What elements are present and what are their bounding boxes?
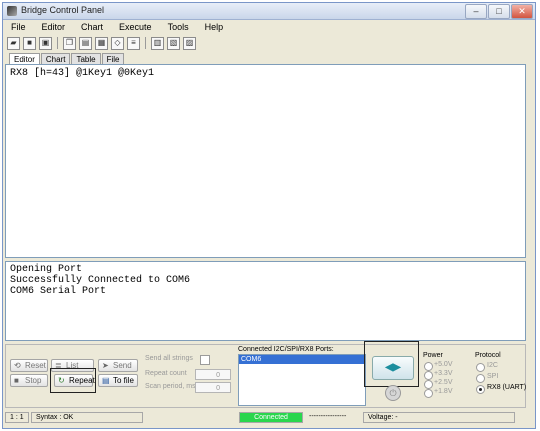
protocol-option-spi: SPI [487, 373, 499, 380]
toolbar-separator [57, 37, 58, 49]
chart-icon[interactable]: ▥ [151, 36, 164, 50]
editor-text: RX8 [h=43] @1Key1 @0Key1 [10, 68, 155, 79]
stop-label: Stop [25, 376, 42, 385]
send-all-strings-checkbox[interactable] [200, 355, 210, 365]
output-line: COM6 Serial Port [10, 286, 107, 297]
send-all-strings-label: Send all strings [145, 355, 193, 362]
syntax-status: Syntax : OK [31, 411, 143, 423]
open-icon[interactable]: ▰ [7, 36, 20, 50]
protocol-radio-spi[interactable] [476, 374, 485, 383]
power-radio-5v[interactable] [424, 362, 433, 371]
print-icon[interactable]: ▦ [95, 36, 108, 50]
connect-button[interactable]: ◀▶ [372, 356, 414, 380]
output-log[interactable]: Opening Port Successfully Connected to C… [5, 261, 526, 341]
scan-period-label: Scan period, ms [145, 383, 196, 390]
status-bar: 1 : 1 Syntax : OK Connected ------------… [5, 411, 526, 423]
power-button[interactable]: ⏻ [385, 385, 401, 401]
power-option-3v3: +3.3V [434, 370, 453, 377]
minimize-button[interactable]: – [465, 4, 487, 19]
app-icon [7, 6, 17, 16]
list-icon[interactable]: ≡ [127, 36, 140, 50]
status-spacer [145, 412, 237, 423]
to-file-button[interactable]: ▤ To file [98, 374, 138, 387]
menu-execute[interactable]: Execute [111, 20, 160, 34]
send-button[interactable]: ➤ Send [98, 359, 138, 372]
status-dashes: ---------------- [309, 412, 347, 420]
repeat-label: Repeat [69, 376, 95, 385]
voltage-status: Voltage: - [363, 411, 515, 423]
power-option-5v: +5.0V [434, 361, 453, 368]
menu-chart[interactable]: Chart [73, 20, 111, 34]
paste-icon[interactable]: ▤ [79, 36, 92, 50]
scan-period-value: 0 [216, 385, 220, 392]
repeat-count-value: 0 [216, 372, 220, 379]
maximize-button[interactable]: □ [488, 4, 510, 19]
to-file-label: To file [113, 376, 134, 385]
copy-icon[interactable]: ❐ [63, 36, 76, 50]
power-label: Power [423, 352, 443, 359]
menu-help[interactable]: Help [197, 20, 232, 34]
repeat-count-label: Repeat count [145, 370, 187, 377]
ports-listbox[interactable]: COM6 [238, 354, 366, 406]
menu-editor[interactable]: Editor [34, 20, 74, 34]
stop-button[interactable]: ■ Stop [10, 374, 48, 387]
repeat-count-stepper[interactable]: 0 [195, 369, 231, 380]
chart-clear-icon[interactable]: ▨ [183, 36, 196, 50]
menu-tools[interactable]: Tools [160, 20, 197, 34]
reset-button[interactable]: ⟲ Reset [10, 359, 48, 372]
power-radio-2v5[interactable] [424, 380, 433, 389]
repeat-icon: ↻ [58, 376, 65, 385]
power-radio-1v8[interactable] [424, 389, 433, 398]
title-bar[interactable]: Bridge Control Panel – □ ✕ [3, 3, 535, 20]
protocol-radio-rx8[interactable] [476, 385, 485, 394]
output-line: Successfully Connected to COM6 [10, 275, 191, 286]
editor-textarea[interactable]: RX8 [h=43] @1Key1 @0Key1 [5, 64, 526, 258]
window-title: Bridge Control Panel [21, 5, 105, 15]
menu-file[interactable]: File [3, 20, 34, 34]
connection-status: Connected [239, 411, 303, 423]
repeat-button[interactable]: ↻ Repeat [54, 374, 95, 387]
ports-label: Connected I2C/SPI/RX8 Ports: [238, 346, 334, 353]
protocol-option-rx8: RX8 (UART) [487, 384, 527, 391]
to-file-icon: ▤ [102, 376, 110, 385]
power-option-2v5: +2.5V [434, 379, 453, 386]
protocol-radio-i2c[interactable] [476, 363, 485, 372]
stop-icon: ■ [14, 376, 19, 385]
port-item-com6[interactable]: COM6 [239, 355, 365, 364]
save-icon[interactable]: ■ [23, 36, 36, 50]
power-radio-3v3[interactable] [424, 371, 433, 380]
reset-label: Reset [25, 361, 46, 370]
send-icon: ➤ [102, 361, 109, 370]
protocol-option-i2c: I2C [487, 362, 498, 369]
close-button[interactable]: ✕ [511, 4, 533, 19]
power-option-1v8: +1.8V [434, 388, 453, 395]
chart-settings-icon[interactable]: ▧ [167, 36, 180, 50]
save-as-icon[interactable]: ▣ [39, 36, 52, 50]
erase-icon[interactable]: ◇ [111, 36, 124, 50]
scan-period-stepper[interactable]: 0 [195, 382, 231, 393]
toolbar-separator [145, 37, 146, 49]
power-icon: ⏻ [389, 388, 397, 398]
send-label: Send [113, 361, 132, 370]
protocol-label: Protocol [475, 352, 501, 359]
output-line: Opening Port [10, 264, 83, 275]
connect-arrows-icon: ◀▶ [385, 362, 401, 373]
cursor-position: 1 : 1 [5, 411, 29, 423]
toolbar: ▰ ■ ▣ ❐ ▤ ▦ ◇ ≡ ▥ ▧ ▨ [7, 36, 196, 50]
menu-bar: File Editor Chart Execute Tools Help [3, 20, 535, 34]
reset-icon: ⟲ [14, 361, 21, 370]
